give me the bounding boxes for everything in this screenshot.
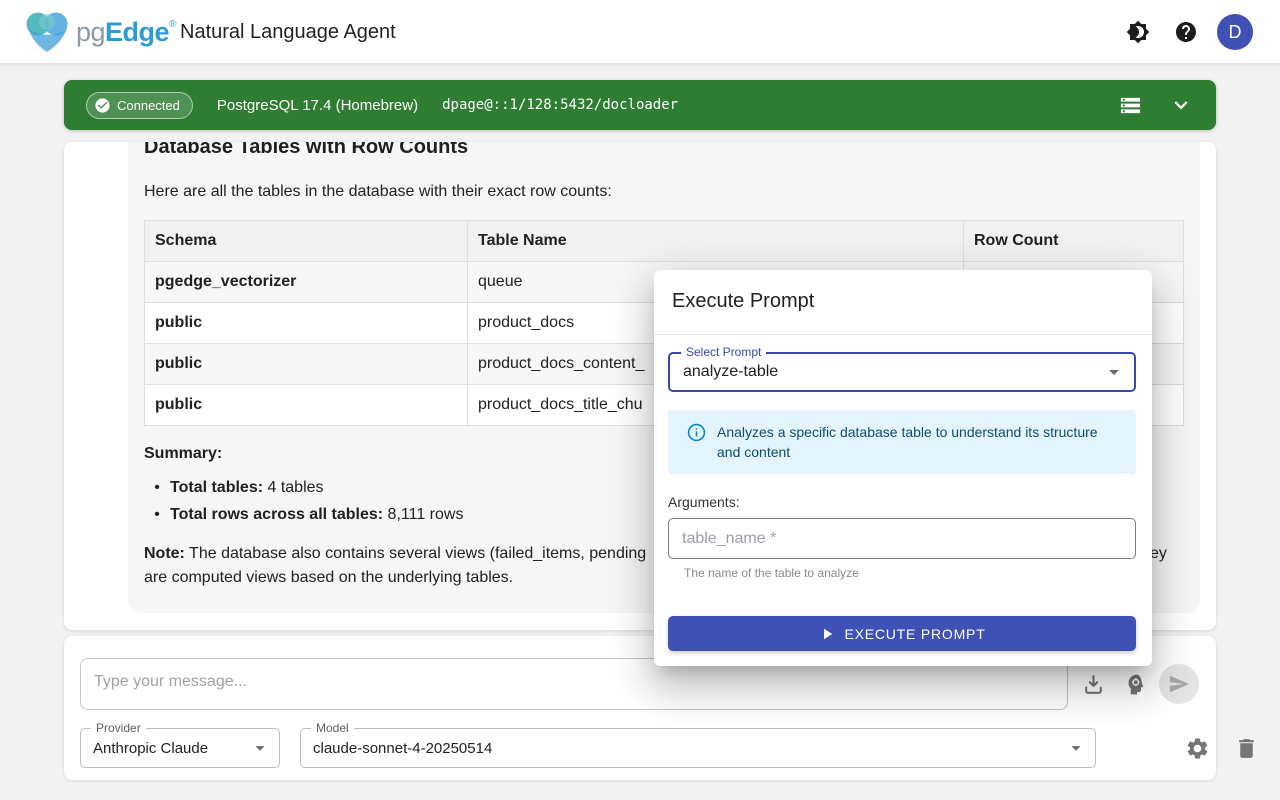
storage-icon[interactable] (1119, 94, 1142, 117)
send-icon (1168, 673, 1190, 695)
connection-bar: Connected PostgreSQL 17.4 (Homebrew) dpa… (64, 80, 1216, 130)
dropdown-arrow-icon (1102, 360, 1126, 384)
summary-heading: Summary: (144, 442, 222, 466)
check-circle-icon (94, 97, 111, 114)
table-name-helper-text: The name of the table to analyze (684, 566, 859, 580)
prompt-info-alert: Analyzes a specific database table to un… (668, 410, 1136, 474)
dialog-title: Execute Prompt (672, 290, 814, 313)
server-version-label: PostgreSQL 17.4 (Homebrew) (217, 97, 418, 114)
table-name-input[interactable] (669, 519, 1135, 558)
app-bar: pgEdge® Natural Language Agent D (0, 0, 1280, 64)
column-header-row-count: Row Count (964, 221, 1184, 262)
pgedge-logo-text: pgEdge® (76, 17, 176, 48)
select-prompt-dropdown[interactable]: Select Prompt analyze-table (668, 352, 1136, 392)
download-icon[interactable] (1081, 672, 1106, 697)
column-header-table-name: Table Name (468, 221, 964, 262)
table-name-field-wrapper (668, 518, 1136, 559)
connection-status-chip: Connected (86, 92, 193, 119)
info-icon (687, 423, 706, 442)
dropdown-arrow-icon (1065, 737, 1087, 759)
trash-icon[interactable] (1234, 736, 1259, 761)
pgedge-logo-icon (22, 9, 74, 55)
connection-status-label: Connected (117, 98, 180, 113)
dark-mode-toggle-icon[interactable] (1126, 20, 1150, 44)
user-avatar[interactable]: D (1217, 14, 1253, 50)
dialog-divider (654, 334, 1152, 335)
send-button[interactable] (1159, 664, 1199, 704)
summary-list: •Total tables: 4 tables •Total rows acro… (144, 474, 463, 528)
model-dropdown[interactable]: Model claude-sonnet-4-20250514 (300, 728, 1096, 768)
provider-dropdown[interactable]: Provider Anthropic Claude (80, 728, 280, 768)
provider-value: Anthropic Claude (93, 729, 208, 767)
psychology-icon[interactable] (1123, 672, 1148, 697)
table-header-row: Schema Table Name Row Count (145, 221, 1184, 262)
select-prompt-value: analyze-table (683, 354, 778, 390)
prompt-description: Analyzes a specific database table to un… (717, 422, 1117, 462)
help-icon[interactable] (1174, 20, 1198, 44)
model-value: claude-sonnet-4-20250514 (313, 729, 492, 767)
message-heading: Database Tables with Row Counts (144, 142, 468, 161)
execute-prompt-dialog: Execute Prompt Select Prompt analyze-tab… (654, 270, 1152, 666)
column-header-schema: Schema (145, 221, 468, 262)
settings-gear-icon[interactable] (1185, 736, 1210, 761)
list-item: •Total tables: 4 tables (144, 474, 463, 501)
execute-prompt-button[interactable]: EXECUTE PROMPT (668, 616, 1136, 651)
play-icon (818, 625, 836, 643)
arguments-label: Arguments: (668, 494, 740, 510)
page-title: Natural Language Agent (180, 0, 396, 64)
note-fragment: ey (1150, 542, 1167, 566)
message-intro: Here are all the tables in the database … (144, 180, 612, 204)
execute-prompt-button-label: EXECUTE PROMPT (844, 626, 985, 642)
connection-string: dpage@::1/128:5432/docloader (442, 97, 678, 113)
list-item: •Total rows across all tables: 8,111 row… (144, 501, 463, 528)
note-line-2: are computed views based on the underlyi… (144, 566, 513, 590)
pgedge-logo: pgEdge® (22, 9, 176, 55)
dropdown-arrow-icon (249, 737, 271, 759)
chevron-down-icon[interactable] (1168, 92, 1194, 118)
